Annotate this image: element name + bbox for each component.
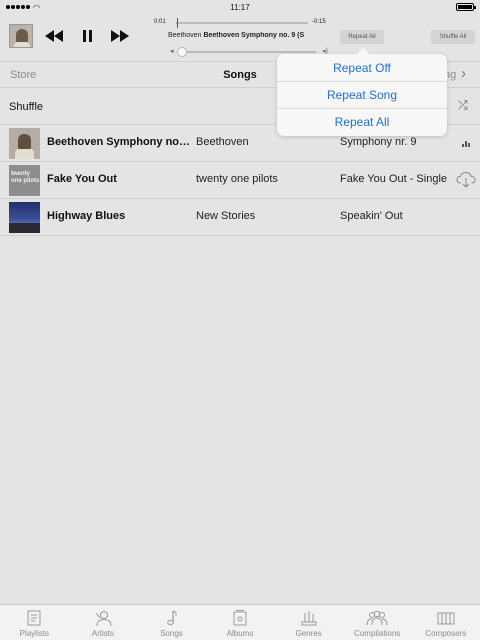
pause-button[interactable]: [78, 28, 96, 44]
album-artwork: [9, 128, 40, 159]
song-album: Speakin' Out: [340, 210, 403, 222]
page-title: Songs: [223, 69, 257, 81]
album-artwork: [9, 202, 40, 233]
tab-artists[interactable]: Artists: [69, 605, 138, 640]
now-playing-artist: Beethoven: [168, 32, 202, 39]
menu-item-repeat-off[interactable]: Repeat Off: [277, 54, 447, 81]
tab-label: Genres: [295, 629, 322, 638]
album-artwork: twenty one pilots: [9, 165, 40, 196]
previous-button[interactable]: [44, 28, 64, 44]
table-row[interactable]: Highway Blues New Stories Speakin' Out: [0, 199, 480, 236]
tab-label: Albums: [226, 629, 254, 638]
song-artist: Beethoven: [196, 136, 249, 148]
tab-label: Compilations: [354, 629, 401, 638]
tab-bar: Playlists Artists Songs Albums Genres Co…: [0, 604, 480, 640]
next-button[interactable]: [110, 28, 130, 44]
tab-label: Composers: [425, 629, 467, 638]
tab-label: Playlists: [19, 629, 49, 638]
now-playing-title: Beethoven Beethoven Symphony no. 9 (S: [168, 32, 324, 39]
tab-albums[interactable]: Albums: [206, 605, 275, 640]
tab-label: Artists: [91, 629, 114, 638]
status-bar: ◠ 11:17: [0, 0, 480, 14]
progress-scrubber[interactable]: [176, 18, 308, 28]
volume-handle[interactable]: [177, 47, 188, 57]
tab-label: Songs: [160, 629, 183, 638]
now-playing-artwork[interactable]: [9, 24, 33, 48]
volume-low-icon: ◂: [170, 48, 174, 55]
artists-icon: [95, 611, 112, 627]
album-artwork-text: twenty one pilots: [11, 171, 40, 184]
song-title: Fake You Out: [47, 173, 117, 185]
wifi-icon: ◠: [33, 2, 40, 12]
scrubber-handle[interactable]: [177, 18, 179, 28]
table-row[interactable]: twenty one pilots Fake You Out twenty on…: [0, 162, 480, 199]
compilations-icon: [366, 610, 388, 626]
song-title: Highway Blues: [47, 210, 126, 222]
menu-item-repeat-song[interactable]: Repeat Song: [277, 81, 447, 108]
now-playing-track: Beethoven Symphony no. 9 (S: [203, 32, 305, 39]
elapsed-time: 0:01: [154, 19, 166, 25]
repeat-button[interactable]: Repeat All: [340, 30, 384, 44]
volume-track[interactable]: [177, 47, 316, 57]
composers-icon: [437, 612, 455, 625]
store-link[interactable]: Store: [10, 69, 36, 81]
cloud-download-icon[interactable]: [456, 171, 476, 189]
signal-icon: [6, 5, 30, 9]
menu-item-repeat-all[interactable]: Repeat All: [277, 108, 447, 135]
shuffle-icon: ⤮: [458, 98, 468, 112]
song-album: Symphony nr. 9: [340, 136, 417, 148]
genres-icon: [301, 611, 317, 626]
chevron-right-icon[interactable]: ›: [461, 65, 466, 82]
tab-composers[interactable]: Composers: [411, 605, 480, 640]
playlists-icon: [27, 610, 41, 626]
song-artist: twenty one pilots: [196, 173, 278, 185]
tab-genres[interactable]: Genres: [274, 605, 343, 640]
tab-playlists[interactable]: Playlists: [0, 605, 69, 640]
fast-forward-icon: [111, 30, 129, 42]
shuffle-all-button[interactable]: Shuffle All: [431, 30, 475, 44]
battery-icon: [456, 3, 476, 11]
songs-icon: [167, 610, 178, 625]
song-album: Fake You Out - Single: [340, 173, 448, 185]
now-playing-indicator-icon: [462, 139, 470, 147]
tab-compilations[interactable]: Compilations: [343, 605, 412, 640]
song-artist: New Stories: [196, 210, 256, 222]
shuffle-label: Shuffle: [9, 101, 44, 113]
pause-icon: [82, 30, 92, 42]
rewind-icon: [45, 30, 63, 42]
remaining-time: -0:15: [312, 19, 326, 25]
status-time: 11:17: [230, 3, 250, 12]
tab-songs[interactable]: Songs: [137, 605, 206, 640]
song-title: Beethoven Symphony no.…: [47, 136, 192, 148]
albums-icon: [233, 610, 247, 626]
repeat-menu-popover: Repeat Off Repeat Song Repeat All: [277, 48, 447, 136]
